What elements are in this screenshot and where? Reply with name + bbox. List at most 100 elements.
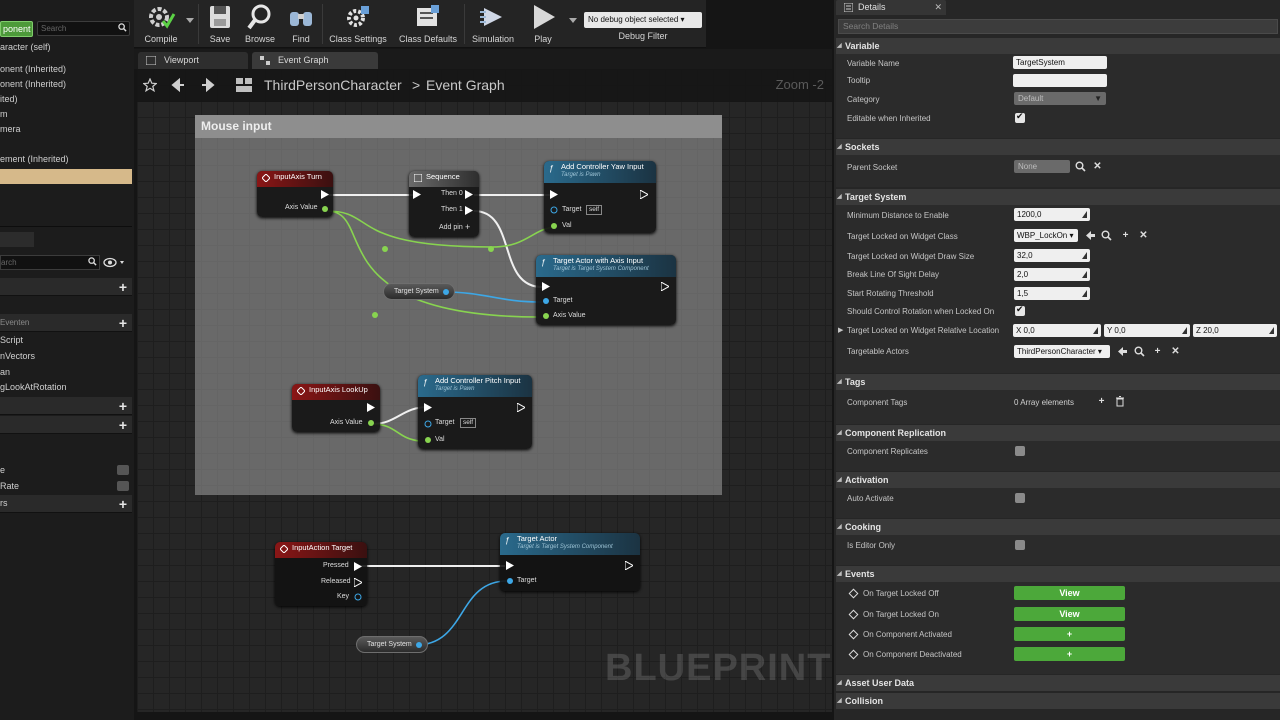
targetable-actors-dropdown[interactable]: ThirdPersonCharacter ▾ — [1014, 345, 1110, 358]
node-target-actor-with-axis-input[interactable]: ƒ Target Actor with Axis Input Target is T… — [536, 255, 676, 325]
auto-activate-checkbox[interactable] — [1015, 493, 1025, 503]
add-icon[interactable]: + — [119, 417, 127, 433]
node-add-controller-pitch-input[interactable]: ƒ Add Controller Pitch Input Target is Paw… — [418, 375, 532, 449]
exec-pin-icon[interactable] — [542, 282, 550, 291]
plus-icon[interactable]: + — [465, 222, 470, 232]
view-event-button[interactable]: View — [1014, 586, 1125, 600]
view-event-button[interactable]: View — [1014, 607, 1125, 621]
components-search-input[interactable]: Search — [37, 21, 130, 36]
tab-event-graph[interactable]: Event Graph — [252, 52, 378, 69]
parent-socket-field[interactable]: None — [1014, 160, 1070, 173]
section-cooking[interactable]: Cooking — [836, 519, 1280, 535]
exec-pin-icon[interactable] — [424, 403, 432, 412]
component-item[interactable]: ited) — [0, 92, 132, 107]
object-pin-icon[interactable] — [542, 297, 550, 305]
my-blueprint-tab[interactable] — [0, 232, 34, 247]
variable-name-input[interactable]: TargetSystem — [1013, 56, 1107, 69]
add-event-button[interactable]: + — [1014, 627, 1125, 641]
exec-pin-icon[interactable] — [625, 561, 633, 570]
component-item[interactable]: onent (Inherited) — [0, 62, 132, 77]
float-pin-icon[interactable] — [321, 205, 329, 213]
component-item[interactable]: aracter (self) — [0, 40, 132, 55]
exec-pin-icon[interactable] — [640, 190, 648, 199]
location-z-input[interactable]: Z 20,0 — [1193, 324, 1277, 337]
arrow-left-icon[interactable] — [1117, 346, 1128, 357]
tab-viewport[interactable]: Viewport — [138, 52, 248, 69]
details-tab[interactable]: Details ✕ — [836, 0, 946, 15]
functions-section[interactable]: Eventen + — [0, 314, 132, 332]
add-icon[interactable]: + — [1096, 396, 1107, 407]
location-y-input[interactable]: Y 0,0 — [1104, 324, 1190, 337]
exec-pin-icon[interactable] — [517, 403, 525, 412]
add-icon[interactable]: + — [119, 398, 127, 414]
object-pin-icon[interactable] — [415, 641, 423, 649]
my-blueprint-search-input[interactable]: arch — [0, 255, 100, 270]
search-icon[interactable] — [1134, 346, 1145, 357]
rotating-threshold-input[interactable]: 1,5 — [1014, 287, 1090, 300]
draw-size-input[interactable]: 32,0 — [1014, 249, 1090, 262]
clear-icon[interactable]: ✕ — [1092, 161, 1103, 172]
event-graph-canvas[interactable]: ThirdPersonCharacter > Event Graph Zoom … — [137, 69, 832, 712]
section-variable[interactable]: Variable — [836, 38, 1280, 54]
variable-item[interactable]: e — [0, 465, 5, 475]
category-dropdown[interactable]: Default ▼ — [1014, 92, 1106, 105]
editor-only-checkbox[interactable] — [1015, 540, 1025, 550]
exec-pin-icon[interactable] — [367, 403, 375, 412]
widget-class-dropdown[interactable]: WBP_LockOn ▾ — [1014, 229, 1078, 242]
add-pin-button[interactable]: Add pin — [439, 224, 463, 231]
play-button[interactable]: Play — [522, 2, 564, 46]
macros-section[interactable]: + — [0, 397, 132, 415]
section-events[interactable]: Events — [836, 566, 1280, 582]
add-icon[interactable]: + — [1152, 346, 1163, 357]
simulation-button[interactable]: Simulation — [468, 2, 518, 46]
float-pin-icon[interactable] — [550, 222, 558, 230]
float-pin-icon[interactable] — [367, 419, 375, 427]
event-dispatchers-section[interactable]: rs + — [0, 495, 132, 513]
exec-pin-icon[interactable] — [661, 282, 669, 291]
function-item[interactable]: an — [0, 367, 10, 377]
clear-icon[interactable]: ✕ — [1170, 346, 1181, 357]
node-add-controller-yaw-input[interactable]: ƒ Add Controller Yaw Input Target is Pawn … — [544, 161, 656, 233]
add-icon[interactable]: + — [119, 496, 127, 512]
compile-button[interactable]: Compile — [138, 2, 184, 46]
variables-section[interactable]: + — [0, 416, 132, 434]
editable-checkbox[interactable] — [1015, 111, 1025, 123]
node-inputaxis-lookup[interactable]: InputAxis LookUp Axis Value — [292, 384, 380, 432]
save-button[interactable]: Save — [202, 2, 238, 46]
debug-object-select[interactable]: No debug object selected ▾ — [584, 12, 702, 28]
compile-dropdown-icon[interactable] — [186, 18, 194, 24]
exec-pin-icon[interactable] — [550, 190, 558, 199]
variable-item[interactable]: Rate — [0, 481, 19, 491]
variable-node-target-system[interactable]: Target System — [383, 283, 455, 300]
add-icon[interactable]: + — [119, 315, 127, 331]
clear-icon[interactable]: ✕ — [1138, 230, 1149, 241]
tooltip-input[interactable] — [1013, 74, 1107, 87]
section-asset-user-data[interactable]: Asset User Data — [836, 675, 1280, 691]
exec-pin-icon[interactable] — [354, 562, 362, 571]
graphs-section[interactable]: + — [0, 278, 132, 296]
add-icon[interactable]: + — [119, 279, 127, 295]
component-item[interactable] — [0, 137, 132, 152]
arrow-left-icon[interactable] — [1085, 230, 1096, 241]
class-settings-button[interactable]: Class Settings — [326, 2, 390, 46]
expand-arrow-icon[interactable]: ▶ — [838, 326, 843, 334]
self-value[interactable]: self — [460, 418, 477, 428]
exec-pin-icon[interactable] — [413, 190, 421, 199]
find-button[interactable]: Find — [284, 2, 318, 46]
section-component-replication[interactable]: Component Replication — [836, 425, 1280, 441]
variable-node-target-system[interactable]: Target System — [356, 636, 428, 653]
object-pin-icon[interactable] — [506, 577, 514, 585]
node-sequence[interactable]: Sequence Then 0 Then 1 Add pin + — [409, 171, 479, 237]
close-icon[interactable]: ✕ — [934, 0, 942, 15]
section-activation[interactable]: Activation — [836, 472, 1280, 488]
location-x-input[interactable]: X 0,0 — [1013, 324, 1101, 337]
function-item[interactable]: gLookAtRotation — [0, 382, 67, 392]
node-target-actor[interactable]: ƒ Target Actor Target is Target System Com… — [500, 533, 640, 591]
object-pin-icon[interactable] — [442, 288, 450, 296]
exec-pin-icon[interactable] — [506, 561, 514, 570]
add-event-button[interactable]: + — [1014, 647, 1125, 661]
function-item[interactable]: nVectors — [0, 351, 35, 361]
component-item[interactable]: ement (Inherited) — [0, 152, 132, 167]
struct-pin-icon[interactable] — [354, 593, 362, 601]
eye-icon[interactable] — [103, 257, 127, 268]
